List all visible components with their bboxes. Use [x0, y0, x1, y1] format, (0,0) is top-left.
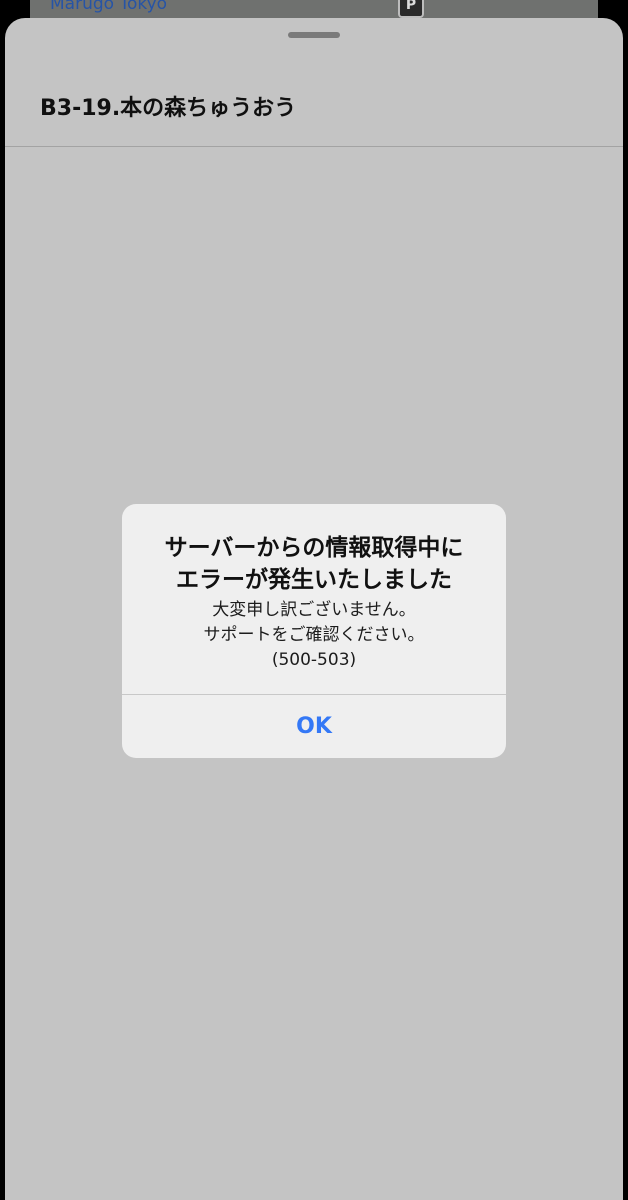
alert-title: サーバーからの情報取得中に エラーが発生いたしました	[138, 532, 490, 596]
sheet-title: B3-19.本の森ちゅうおう	[40, 96, 297, 121]
alert-title-line: サーバーからの情報取得中に	[164, 535, 464, 561]
error-alert-dialog: サーバーからの情報取得中に エラーが発生いたしました 大変申し訳ございません。 …	[122, 504, 506, 758]
parking-icon: P	[398, 0, 424, 18]
alert-message-line: サポートをご確認ください。	[203, 625, 425, 645]
ok-button[interactable]: OK	[122, 695, 506, 758]
map-place-label: Marugo Tokyo	[50, 0, 168, 14]
sheet-grabber-handle[interactable]	[288, 32, 340, 38]
alert-error-code: (500-503)	[271, 650, 357, 670]
alert-title-line: エラーが発生いたしました	[176, 567, 452, 593]
alert-message: 大変申し訳ございません。 サポートをご確認ください。 (500-503)	[138, 598, 490, 673]
alert-message-line: 大変申し訳ございません。	[212, 600, 416, 620]
sheet-divider	[5, 146, 623, 147]
